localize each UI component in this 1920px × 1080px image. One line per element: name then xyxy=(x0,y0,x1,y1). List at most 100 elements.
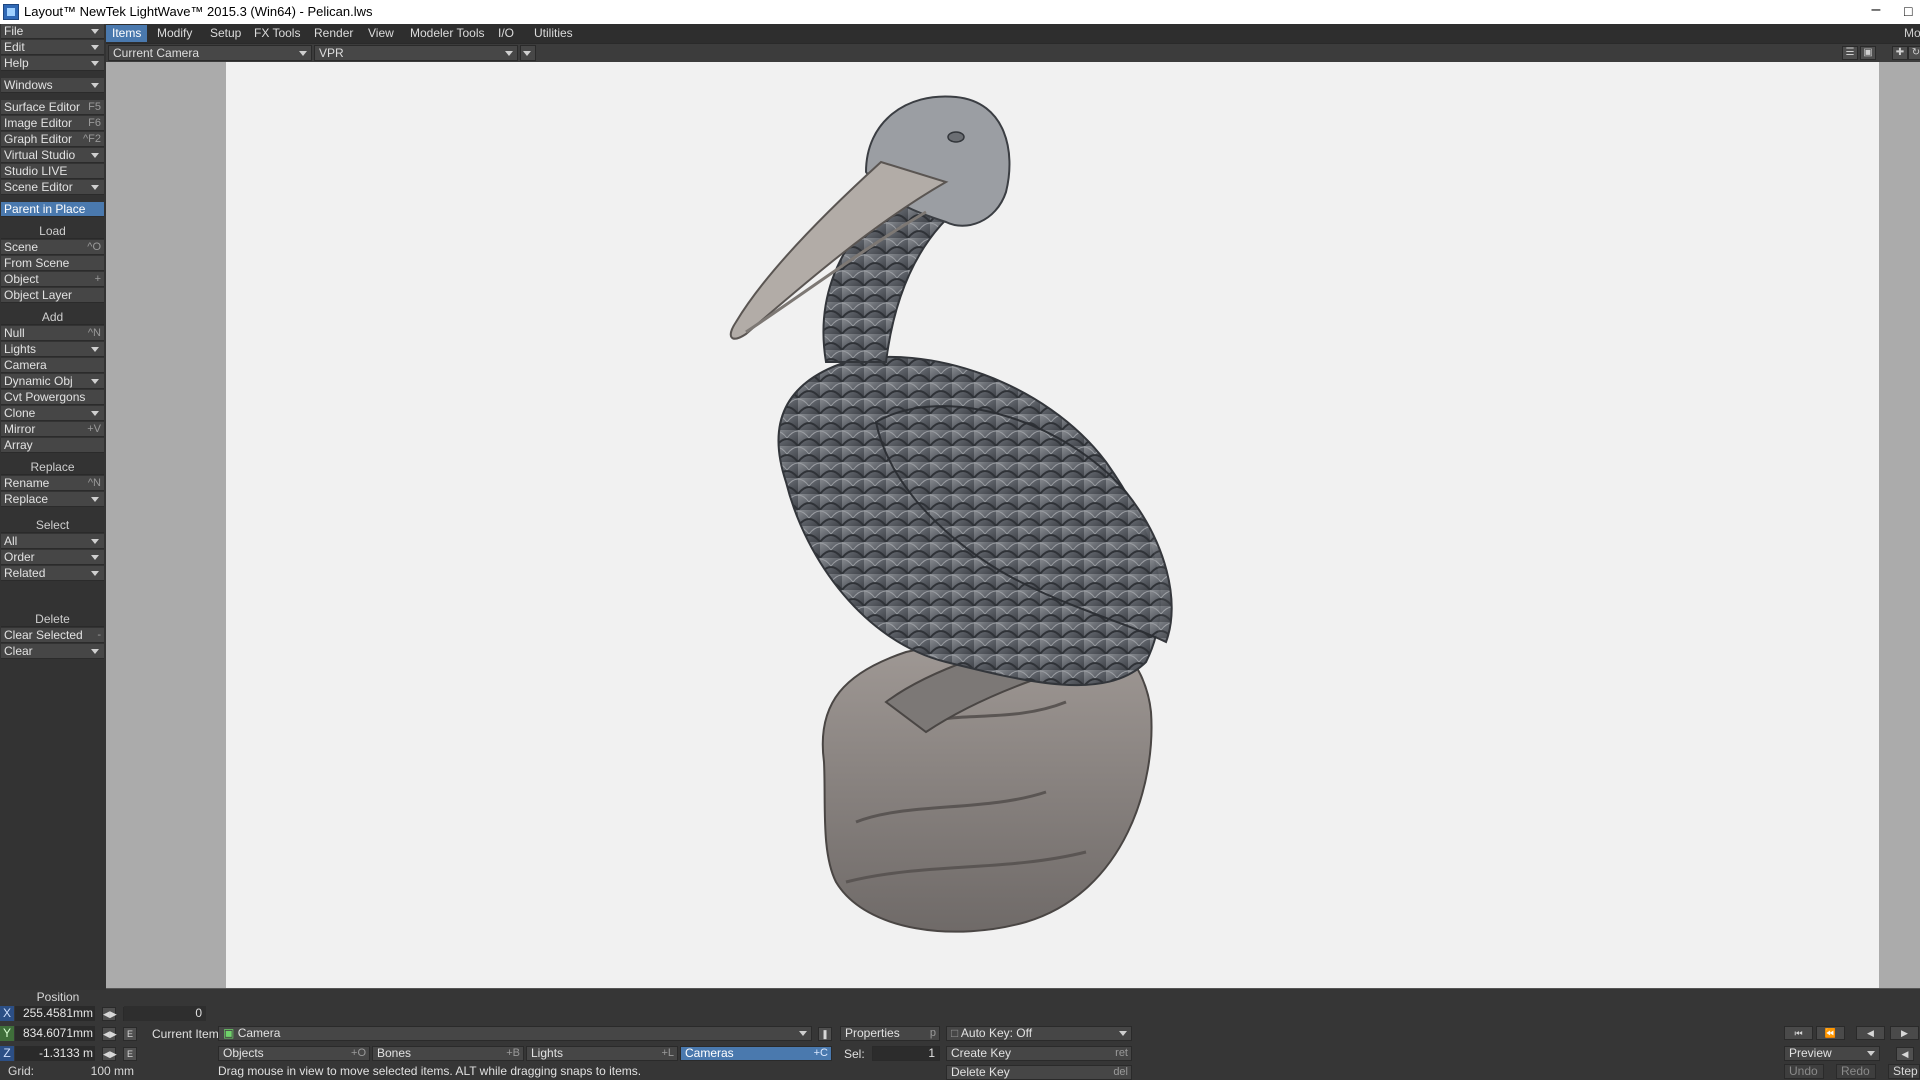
load-scene-button[interactable]: Scene ^O xyxy=(1,240,104,255)
clear-menu[interactable]: Clear xyxy=(1,644,104,659)
edit-menu-label: Edit xyxy=(4,40,25,54)
clone-menu[interactable]: Clone xyxy=(1,406,104,421)
tab-modeler-tools[interactable]: Modeler Tools xyxy=(404,25,490,42)
objects-mode-button[interactable]: Objects +O xyxy=(218,1046,370,1061)
load-scene-label: Scene xyxy=(4,240,39,254)
tab-setup[interactable]: Setup xyxy=(204,25,247,42)
select-related-menu[interactable]: Related xyxy=(1,566,104,581)
modeler-switch-button[interactable]: Mod xyxy=(1898,25,1920,42)
add-lights-menu[interactable]: Lights xyxy=(1,342,104,357)
help-menu[interactable]: Help xyxy=(1,56,104,71)
tab-utilities[interactable]: Utilities xyxy=(528,25,579,42)
scene-editor-menu[interactable]: Scene Editor xyxy=(1,180,104,195)
chevron-down-icon xyxy=(91,61,99,66)
z-envelope-button[interactable]: E xyxy=(123,1047,137,1061)
replace-menu[interactable]: Replace xyxy=(1,492,104,507)
preview-back-icon[interactable]: ◀ xyxy=(1896,1047,1914,1061)
cvt-powergons-button[interactable]: Cvt Powergons xyxy=(1,390,104,405)
tab-view[interactable]: View xyxy=(362,25,400,42)
preview-dropdown[interactable]: Preview xyxy=(1784,1046,1880,1061)
add-dynamic-obj-label: Dynamic Obj xyxy=(4,374,73,388)
maximize-button[interactable]: □ xyxy=(1904,0,1920,24)
clone-label: Clone xyxy=(4,406,36,420)
x-envelope-arrows-icon[interactable]: ◀▶ xyxy=(102,1007,117,1021)
layout-viewport[interactable] xyxy=(106,62,1920,988)
render-mode-dropdown[interactable]: VPR xyxy=(314,45,518,61)
shortcut-key: +B xyxy=(506,1047,520,1059)
create-key-button[interactable]: Create Key ret xyxy=(946,1046,1132,1061)
studio-live-button[interactable]: Studio LIVE xyxy=(1,164,104,179)
view-type-dropdown[interactable]: Current Camera xyxy=(108,45,312,61)
x-axis-label: X xyxy=(0,1006,14,1021)
edit-menu[interactable]: Edit xyxy=(1,40,104,55)
start-frame-field[interactable]: 0 xyxy=(124,1006,206,1021)
goto-start-icon[interactable]: ⏮ xyxy=(1784,1026,1813,1040)
minimize-button[interactable]: – xyxy=(1862,0,1890,24)
play-reverse-icon[interactable]: ◀ xyxy=(1856,1026,1885,1040)
load-object-button[interactable]: Object + xyxy=(1,272,104,287)
add-dynamic-obj-menu[interactable]: Dynamic Obj xyxy=(1,374,104,389)
replace-section-header: Replace xyxy=(1,460,104,475)
select-all-label: All xyxy=(4,534,18,548)
tab-render[interactable]: Render xyxy=(308,25,359,42)
z-envelope-arrows-icon[interactable]: ◀▶ xyxy=(102,1047,117,1061)
clear-selected-button[interactable]: Clear Selected - xyxy=(1,628,104,643)
item-pick-icon[interactable]: ❚ xyxy=(818,1027,832,1041)
bones-mode-button[interactable]: Bones +B xyxy=(372,1046,524,1061)
y-envelope-arrows-icon[interactable]: ◀▶ xyxy=(102,1027,117,1041)
image-editor-label: Image Editor xyxy=(4,116,73,130)
step-button[interactable]: Step xyxy=(1888,1064,1920,1079)
select-order-menu[interactable]: Order xyxy=(1,550,104,565)
y-envelope-button[interactable]: E xyxy=(123,1027,137,1041)
shortcut-key: +V xyxy=(87,423,101,435)
maximize-viewport-icon[interactable]: ▣ xyxy=(1860,46,1876,60)
pelican-statue-render xyxy=(729,95,1173,933)
tab-io[interactable]: I/O xyxy=(492,25,520,42)
graph-editor-button[interactable]: Graph Editor ^F2 xyxy=(1,132,104,147)
load-from-scene-button[interactable]: From Scene xyxy=(1,256,104,271)
image-editor-button[interactable]: Image Editor F6 xyxy=(1,116,104,131)
lights-mode-button[interactable]: Lights +L xyxy=(526,1046,678,1061)
y-position-field[interactable]: 834.6071mm xyxy=(15,1026,95,1041)
step-back-icon[interactable]: ⏪ xyxy=(1816,1026,1845,1040)
select-all-menu[interactable]: All xyxy=(1,534,104,549)
delete-key-button[interactable]: Delete Key del xyxy=(946,1065,1132,1080)
tab-modify[interactable]: Modify xyxy=(151,25,198,42)
shortcut-key: F6 xyxy=(88,117,101,129)
load-object-layer-button[interactable]: Object Layer xyxy=(1,288,104,303)
cameras-mode-button[interactable]: Cameras +C xyxy=(680,1046,832,1061)
z-position-field[interactable]: -1.3133 m xyxy=(15,1046,95,1061)
redo-button[interactable]: Redo xyxy=(1836,1064,1876,1079)
tab-items[interactable]: Items xyxy=(106,25,148,42)
cvt-powergons-label: Cvt Powergons xyxy=(4,390,86,404)
add-null-button[interactable]: Null ^N xyxy=(1,326,104,341)
undo-button[interactable]: Undo xyxy=(1784,1064,1824,1079)
parent-in-place-toggle[interactable]: Parent in Place xyxy=(1,202,104,217)
studio-live-label: Studio LIVE xyxy=(4,164,68,178)
properties-button[interactable]: Properties p xyxy=(840,1026,940,1041)
selection-count: 1 xyxy=(872,1046,940,1061)
mirror-button[interactable]: Mirror +V xyxy=(1,422,104,437)
viewport-options-dropdown[interactable] xyxy=(520,45,536,61)
rotate-view-icon[interactable]: ↻ xyxy=(1908,46,1920,60)
add-camera-button[interactable]: Camera xyxy=(1,358,104,373)
surface-editor-button[interactable]: Surface Editor F5 xyxy=(1,100,104,115)
file-menu[interactable]: File xyxy=(1,24,104,39)
virtual-studio-menu[interactable]: Virtual Studio xyxy=(1,148,104,163)
replace-label: Replace xyxy=(4,492,49,506)
rename-label: Rename xyxy=(4,476,50,490)
rename-button[interactable]: Rename ^N xyxy=(1,476,104,491)
tab-fx-tools[interactable]: FX Tools xyxy=(248,25,306,42)
x-position-field[interactable]: 255.4581mm xyxy=(15,1006,95,1021)
current-item-dropdown[interactable]: ▣ Camera xyxy=(218,1026,812,1041)
windows-menu[interactable]: Windows xyxy=(1,78,104,93)
list-view-icon[interactable]: ☰ xyxy=(1842,46,1858,60)
move-view-icon[interactable]: ✚ xyxy=(1892,46,1908,60)
camera-view[interactable] xyxy=(226,62,1879,988)
mirror-label: Mirror xyxy=(4,422,36,436)
chevron-down-icon xyxy=(91,571,99,576)
auto-key-dropdown[interactable]: □ Auto Key: Off xyxy=(946,1026,1132,1041)
play-forward-icon[interactable]: ▶ xyxy=(1890,1026,1919,1040)
add-null-label: Null xyxy=(4,326,25,340)
array-button[interactable]: Array xyxy=(1,438,104,453)
